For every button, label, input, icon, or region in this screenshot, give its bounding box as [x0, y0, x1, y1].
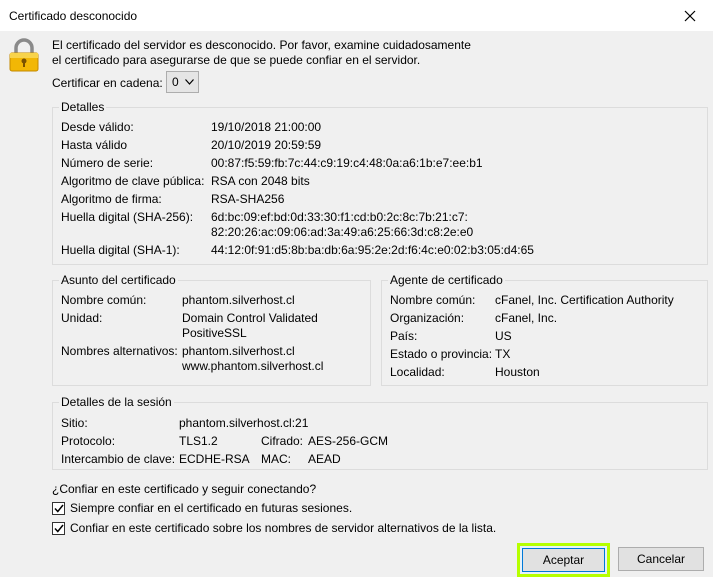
- details-value: RSA con 2048 bits: [211, 174, 310, 188]
- subject-value: www.phantom.silverhost.cl: [182, 359, 324, 373]
- subject-label: Nombre común:: [61, 293, 147, 307]
- trust-alt-names-checkbox[interactable]: [52, 521, 65, 535]
- details-value: RSA-SHA256: [211, 192, 285, 206]
- trust-question: ¿Confiar en este certificado y seguir co…: [52, 482, 317, 496]
- session-value: phantom.silverhost.cl:21: [179, 416, 309, 430]
- session-value: TLS1.2: [179, 434, 218, 448]
- check-icon: [53, 504, 64, 513]
- session-value: ECDHE-RSA: [179, 452, 250, 466]
- subject-label: Nombres alternativos:: [61, 344, 178, 358]
- session-value: AEAD: [308, 452, 341, 466]
- details-value: 82:20:26:ac:09:06:ad:3a:49:a6:25:66:3d:c…: [211, 225, 474, 239]
- accept-button-face: Aceptar: [522, 548, 605, 572]
- chevron-down-icon: [185, 79, 194, 85]
- session-label: Sitio:: [61, 416, 88, 430]
- subject-value: phantom.silverhost.cl: [182, 293, 295, 307]
- session-label: Cifrado:: [261, 434, 304, 448]
- details-label: Hasta válido: [61, 138, 128, 152]
- always-trust-label: Siempre confiar en el certificado en fut…: [70, 501, 353, 515]
- details-label: Desde válido:: [61, 120, 134, 134]
- intro-line-1: El certificado del servidor es desconoci…: [52, 38, 471, 52]
- chain-select[interactable]: 0: [166, 71, 199, 93]
- subject-title: Asunto del certificado: [59, 273, 178, 287]
- session-label: Protocolo:: [61, 434, 116, 448]
- subject-value: Domain Control Validated: [182, 311, 318, 325]
- close-button[interactable]: [667, 0, 713, 31]
- details-value: 20/10/2019 20:59:59: [211, 138, 322, 152]
- session-title: Detalles de la sesión: [59, 395, 174, 409]
- chain-select-value: 0: [172, 75, 179, 89]
- issuer-title: Agente de certificado: [388, 273, 505, 287]
- trust-alt-names-label: Confiar en este certificado sobre los no…: [70, 521, 497, 535]
- chain-label: Certificar en cadena:: [52, 76, 163, 90]
- check-icon: [53, 524, 64, 533]
- details-label: Algoritmo de firma:: [61, 192, 162, 206]
- session-value: AES-256-GCM: [308, 434, 389, 448]
- issuer-value: US: [495, 329, 512, 343]
- issuer-group: Agente de certificado Nombre común: cFan…: [381, 273, 708, 386]
- subject-group: Asunto del certificado Nombre común: pha…: [52, 273, 371, 386]
- details-group: Detalles Desde válido: 19/10/2018 21:00:…: [52, 100, 708, 265]
- details-value: 44:12:0f:91:d5:8b:ba:db:6a:95:2e:2d:f6:4…: [211, 243, 534, 257]
- details-label: Huella digital (SHA-1):: [61, 243, 180, 257]
- intro-line-2: el certificado para asegurarse de que se…: [52, 53, 421, 67]
- details-label: Huella digital (SHA-256):: [61, 210, 194, 224]
- issuer-value: cFanel, Inc. Certification Authority: [495, 293, 674, 307]
- trust-alt-names-checkbox-row[interactable]: Confiar en este certificado sobre los no…: [52, 521, 496, 535]
- issuer-label: Localidad:: [390, 365, 445, 379]
- cancel-button[interactable]: Cancelar: [618, 547, 704, 571]
- intro-text: El certificado del servidor es desconoci…: [52, 38, 492, 68]
- title-bar: Certificado desconocido: [0, 0, 713, 31]
- issuer-label: País:: [390, 329, 418, 343]
- dialog-body: El certificado del servidor es desconoci…: [0, 31, 713, 577]
- issuer-value: cFanel, Inc.: [495, 311, 558, 325]
- always-trust-checkbox-row[interactable]: Siempre confiar en el certificado en fut…: [52, 501, 352, 515]
- always-trust-checkbox[interactable]: [52, 501, 65, 515]
- issuer-label: Estado o provincia:: [390, 347, 493, 361]
- details-label: Algoritmo de clave pública:: [61, 174, 205, 188]
- accept-button-label: Aceptar: [542, 553, 585, 567]
- session-group: Detalles de la sesión Sitio: phantom.sil…: [52, 395, 708, 470]
- subject-value: PositiveSSL: [182, 326, 247, 340]
- lock-icon: [9, 38, 39, 72]
- details-value: 6d:bc:09:ef:bd:0d:33:30:f1:cd:b0:2c:8c:7…: [211, 210, 468, 224]
- issuer-label: Organización:: [390, 311, 465, 325]
- issuer-value: TX: [495, 347, 511, 361]
- details-title: Detalles: [59, 100, 107, 114]
- details-value: 19/10/2018 21:00:00: [211, 120, 322, 134]
- subject-value: phantom.silverhost.cl: [182, 344, 295, 358]
- window-title: Certificado desconocido: [9, 9, 138, 23]
- issuer-label: Nombre común:: [390, 293, 476, 307]
- subject-label: Unidad:: [61, 311, 103, 325]
- details-label: Número de serie:: [61, 156, 154, 170]
- details-value: 00:87:f5:59:fb:7c:44:c9:19:c4:48:0a:a6:1…: [211, 156, 483, 170]
- accept-button[interactable]: Aceptar: [517, 543, 610, 577]
- issuer-value: Houston: [495, 365, 540, 379]
- session-label: Intercambio de clave:: [61, 452, 176, 466]
- session-label: MAC:: [261, 452, 291, 466]
- close-icon: [684, 10, 696, 21]
- cancel-button-label: Cancelar: [636, 552, 686, 566]
